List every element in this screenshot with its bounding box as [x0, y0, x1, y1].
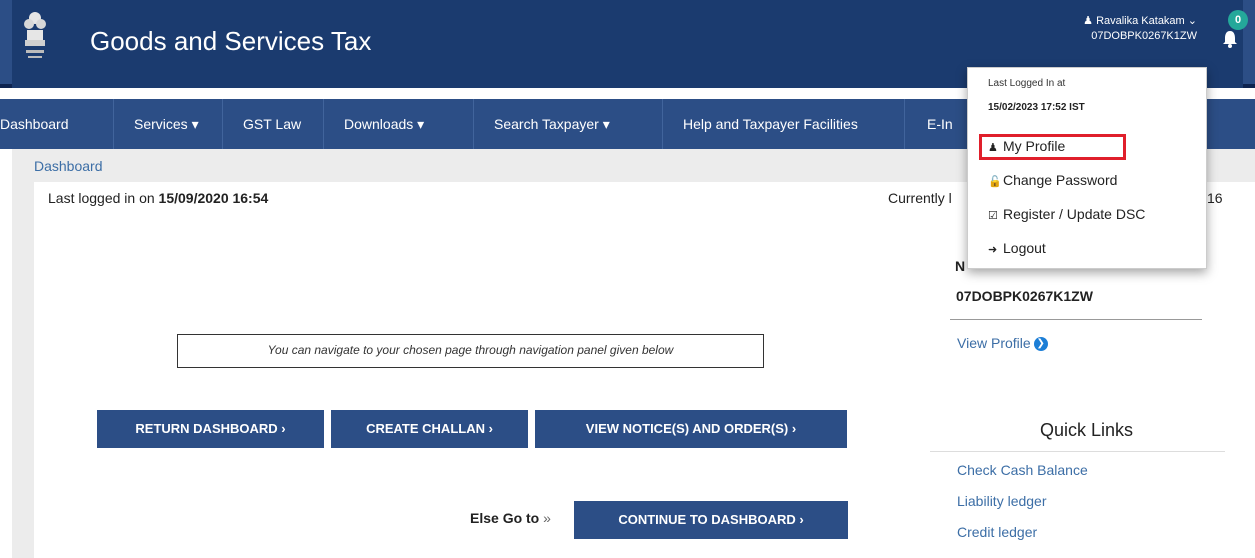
user-icon: ♟ — [988, 142, 998, 154]
last-login-datetime: 15/09/2020 16:54 — [158, 190, 269, 206]
notification-badge[interactable]: 0 — [1228, 10, 1248, 30]
check-square-icon: ☑ — [988, 210, 998, 222]
create-challan-button[interactable]: CREATE CHALLAN › — [331, 410, 528, 448]
view-profile-link[interactable]: View Profile ❯ — [957, 335, 1048, 352]
site-title: Goods and Services Tax — [90, 26, 372, 56]
currently-logged-text: Currently l — [888, 190, 952, 206]
menu-item-label: Logout — [1003, 240, 1046, 256]
quick-links-title: Quick Links — [1040, 420, 1134, 440]
nav-downloads[interactable]: Downloads ▾ — [344, 99, 424, 149]
last-login-info: Last logged in on 15/09/2020 16:54 — [48, 190, 268, 206]
nav-divider — [222, 99, 223, 149]
bell-icon[interactable] — [1222, 30, 1238, 48]
nav-help-taxpayer-facilities[interactable]: Help and Taxpayer Facilities — [683, 99, 858, 149]
gstin-label-fragment: N — [955, 258, 966, 274]
double-chevron-icon: » — [543, 510, 551, 526]
nav-gst-law[interactable]: GST Law — [243, 99, 301, 149]
arrow-circle-right-icon: ❯ — [1033, 337, 1048, 352]
user-gstin: 07DOBPK0267K1ZW — [1091, 30, 1197, 42]
navigation-note: You can navigate to your chosen page thr… — [177, 334, 764, 368]
menu-item-change-password[interactable]: 🔓Change Password — [988, 172, 1117, 188]
nav-dashboard[interactable]: Dashboard — [0, 99, 69, 149]
menu-item-label: Register / Update DSC — [1003, 206, 1146, 222]
menu-item-label: Change Password — [1003, 172, 1118, 188]
divider — [950, 319, 1202, 320]
last-logged-value: 15/02/2023 17:52 IST — [988, 102, 1085, 113]
nav-search-taxpayer[interactable]: Search Taxpayer ▾ — [494, 99, 610, 149]
emblem-logo-icon[interactable] — [22, 10, 48, 66]
nav-services[interactable]: Services ▾ — [134, 99, 199, 149]
menu-item-register-update-dsc[interactable]: ☑ Register / Update DSC — [988, 206, 1145, 222]
nav-e-invoice[interactable]: E-In — [927, 99, 953, 149]
unlock-icon: 🔓 — [988, 176, 1002, 188]
nav-divider — [904, 99, 905, 149]
nav-divider — [473, 99, 474, 149]
currently-logged-tail: 16 — [1207, 190, 1223, 206]
view-notices-orders-button[interactable]: VIEW NOTICE(S) AND ORDER(S) › — [535, 410, 847, 448]
menu-item-my-profile[interactable]: ♟ My Profile — [988, 138, 1065, 154]
else-go-to-label: Else Go to » — [470, 510, 551, 526]
quick-link-liability-ledger[interactable]: Liability ledger — [957, 493, 1047, 509]
chevron-down-icon: ⌄ — [1187, 15, 1197, 27]
user-name: Ravalika Katakam — [1096, 15, 1185, 27]
user-icon: ♟ — [1083, 15, 1093, 27]
view-profile-label: View Profile — [957, 335, 1031, 351]
nav-divider — [113, 99, 114, 149]
breadcrumb[interactable]: Dashboard — [34, 158, 103, 174]
quick-link-check-cash-balance[interactable]: Check Cash Balance — [957, 462, 1088, 478]
sign-out-icon: ➜ — [988, 244, 998, 256]
menu-item-logout[interactable]: ➜ Logout — [988, 240, 1046, 256]
else-go-text: Else Go to — [470, 510, 540, 526]
user-menu-toggle[interactable]: ♟ Ravalika Katakam ⌄ 07DOBPK0267K1ZW — [1083, 14, 1197, 44]
return-dashboard-button[interactable]: RETURN DASHBOARD › — [97, 410, 324, 448]
quick-link-credit-ledger[interactable]: Credit ledger — [957, 524, 1037, 540]
user-dropdown-menu: Last Logged In at 15/02/2023 17:52 IST ♟… — [967, 67, 1207, 269]
profile-gstin: 07DOBPK0267K1ZW — [956, 288, 1093, 304]
continue-to-dashboard-button[interactable]: CONTINUE TO DASHBOARD › — [574, 501, 848, 539]
nav-divider — [323, 99, 324, 149]
nav-divider — [662, 99, 663, 149]
last-login-prefix: Last logged in on — [48, 190, 159, 206]
menu-item-label: My Profile — [1003, 138, 1066, 154]
last-logged-label: Last Logged In at — [988, 78, 1066, 89]
divider — [930, 451, 1225, 452]
